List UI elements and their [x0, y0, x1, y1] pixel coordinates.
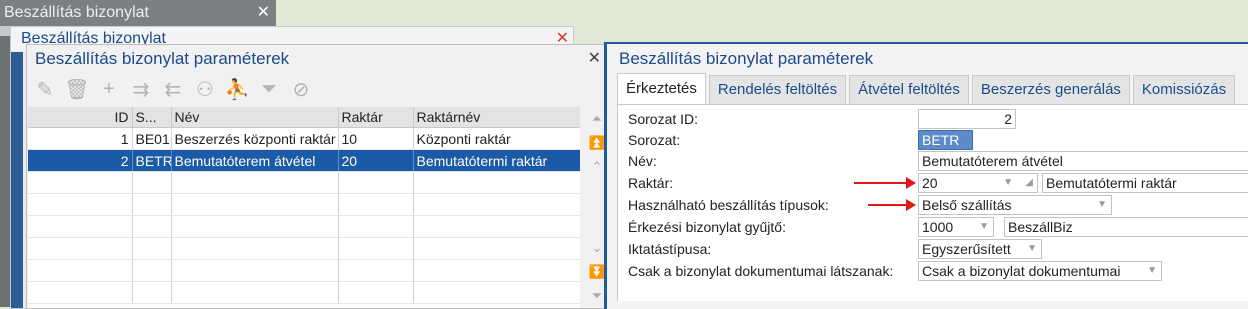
scroll-page-down-icon[interactable]: ⏬	[589, 260, 605, 284]
field-row-csak: Csak a bizonylat dokumentumai látszanak:…	[618, 261, 1248, 281]
iktatas-value: Egyszerűsített	[922, 241, 1011, 257]
label-csak: Csak a bizonylat dokumentumai látszanak:	[628, 263, 894, 279]
label-sorozat: Sorozat:	[628, 132, 681, 148]
lookup-icon[interactable]: ◢	[1025, 174, 1033, 192]
list-window-title: Beszállítás bizonylat paraméterek	[35, 49, 290, 68]
cell-id: 2	[28, 149, 133, 172]
empty-row	[28, 259, 580, 282]
label-nev: Név:	[628, 153, 657, 169]
close-icon[interactable]: ✕	[588, 45, 601, 73]
export-icon[interactable]: ⇇	[159, 75, 187, 103]
annotation-arrow	[854, 177, 916, 189]
field-row-raktar: Raktár: 20 ▼ ◢ Bemutatótermi raktár	[618, 173, 1248, 193]
column-header-id[interactable]: ID	[28, 107, 133, 128]
empty-row	[28, 193, 580, 216]
field-row-tipusok: Használható beszállítás típusok: Belső s…	[618, 195, 1248, 215]
sorozat-field[interactable]: BETR	[918, 130, 973, 150]
field-row-nev: Név: Bemutatóterem átvétel	[618, 151, 1248, 171]
chevron-down-icon[interactable]: ▼	[979, 218, 989, 236]
raktar-dropdown[interactable]: 20 ▼ ◢	[918, 173, 1038, 193]
gyujto-dropdown[interactable]: 1000 ▼	[918, 217, 994, 237]
raktar-name-field: Bemutatótermi raktár	[1042, 173, 1248, 193]
chevron-down-icon[interactable]: ▼	[1003, 174, 1013, 192]
clear-filter-icon[interactable]: ⊘	[287, 75, 315, 103]
tipusok-dropdown[interactable]: Belső szállítás ▼	[918, 195, 1112, 215]
background-window-title: Beszállítás bizonylat	[4, 4, 149, 21]
scroll-up-icon[interactable]: ⌃	[592, 155, 603, 179]
table-header: ID S... Név Raktár Raktárnév	[28, 107, 580, 128]
label-tipusok: Használható beszállítás típusok:	[628, 197, 829, 213]
field-row-iktatas: Iktatástípusa: Egyszerűsített ▼	[618, 239, 1248, 259]
add-icon[interactable]: +	[95, 75, 123, 103]
scroll-down-icon[interactable]: ⌄	[592, 236, 603, 260]
cell-nev: Bemutatóterem átvétel	[171, 149, 339, 172]
cell-raktarnev: Központi raktár	[413, 127, 580, 150]
raktar-value: 20	[922, 175, 938, 191]
empty-row	[28, 237, 580, 260]
label-sorozat-id: Sorozat ID:	[628, 111, 699, 127]
import-icon[interactable]: ⇉	[127, 75, 155, 103]
form-area: Sorozat ID: 2 Sorozat: BETR Név: Bemutat…	[617, 105, 1248, 301]
cell-sorozat: BETR	[132, 149, 172, 172]
cell-raktar: 20	[338, 149, 414, 172]
tab-komissiozas[interactable]: Komissiózás	[1132, 75, 1236, 104]
detail-panel-title: Beszállítás bizonylat paraméterek	[619, 49, 874, 68]
column-header-raktar[interactable]: Raktár	[338, 107, 414, 128]
tab-beszerzes-generalas[interactable]: Beszerzés generálás	[971, 75, 1130, 104]
chevron-down-icon[interactable]: ▼	[1097, 196, 1107, 214]
annotation-arrow	[868, 199, 916, 211]
column-header-nev[interactable]: Név	[171, 107, 339, 128]
field-row-sorozat-id: Sorozat ID: 2	[618, 109, 1248, 129]
nev-field[interactable]: Bemutatóterem átvétel	[918, 151, 1248, 171]
user-transfer-icon[interactable]: ⚇	[191, 75, 219, 103]
sorozat-id-field[interactable]: 2	[918, 109, 1016, 129]
user-icon[interactable]: ⛹	[223, 75, 251, 103]
list-window: Beszállítás bizonylat paraméterek ✕ ✎ 🗑 …	[26, 44, 610, 309]
column-header-raktarnev[interactable]: Raktárnév	[413, 107, 580, 128]
gyujto-value: 1000	[922, 219, 954, 235]
cell-id: 1	[28, 127, 133, 150]
empty-row	[28, 215, 580, 238]
filter-icon[interactable]: ⏷	[255, 75, 283, 103]
chevron-down-icon[interactable]: ▼	[1147, 262, 1157, 280]
label-raktar: Raktár:	[628, 175, 674, 191]
tab-atvetel-feltoltes[interactable]: Átvétel feltöltés	[849, 75, 969, 104]
iktatas-dropdown[interactable]: Egyszerűsített ▼	[918, 239, 1042, 259]
scroll-page-up-icon[interactable]: ⏫	[589, 131, 605, 155]
tab-rendeles-feltoltes[interactable]: Rendelés feltöltés	[708, 75, 847, 104]
field-row-gyujto: Érkezési bizonylat gyűjtő: 1000 ▼ Beszál…	[618, 217, 1248, 237]
data-grid: ID S... Név Raktár Raktárnév 1 BE01 Besz…	[28, 107, 580, 308]
chevron-down-icon[interactable]: ▼	[1027, 240, 1037, 258]
label-gyujto: Érkezési bizonylat gyűjtő:	[628, 219, 786, 235]
cell-raktarnev: Bemutatótermi raktár	[413, 149, 580, 172]
label-iktatas: Iktatástípusa:	[628, 241, 712, 257]
list-window-titlebar[interactable]: Beszállítás bizonylat paraméterek ✕	[27, 45, 609, 73]
tab-erkeztetes[interactable]: Érkeztetés	[617, 73, 706, 104]
csak-value: Csak a bizonylat dokumentumai	[922, 263, 1121, 279]
toolbar: ✎ 🗑 + ⇉ ⇇ ⚇ ⛹ ⏷ ⊘	[27, 73, 609, 105]
column-header-sorozat[interactable]: S...	[132, 107, 172, 128]
csak-dropdown[interactable]: Csak a bizonylat dokumentumai ▼	[918, 261, 1162, 281]
side-stripe	[11, 52, 23, 308]
cell-nev: Beszerzés központi raktár	[171, 127, 339, 150]
edit-icon[interactable]: ✎	[31, 75, 59, 103]
scroll-last-icon[interactable]: ⏷	[592, 284, 602, 308]
background-window-titlebar[interactable]: Beszállítás bizonylat ✕	[0, 0, 276, 26]
tab-bar: Érkeztetés Rendelés feltöltés Átvétel fe…	[617, 73, 1248, 105]
cell-sorozat: BE01	[132, 127, 172, 150]
close-icon[interactable]: ✕	[257, 0, 270, 26]
gyujto-name-field: BeszállBiz	[1004, 217, 1248, 237]
table-row[interactable]: 1 BE01 Beszerzés központi raktár 10 Közp…	[28, 127, 580, 150]
tipusok-value: Belső szállítás	[922, 197, 1012, 213]
empty-row	[28, 281, 580, 304]
delete-icon[interactable]: 🗑	[63, 75, 91, 103]
table-row-selected[interactable]: 2 BETR Bemutatóterem átvétel 20 Bemutató…	[28, 149, 580, 172]
field-row-sorozat: Sorozat: BETR	[618, 130, 1248, 150]
cell-raktar: 10	[338, 127, 414, 150]
empty-row	[28, 171, 580, 194]
detail-panel: Beszállítás bizonylat paraméterek Érkezt…	[604, 42, 1248, 309]
scroll-first-icon[interactable]: ⏶	[592, 107, 602, 131]
